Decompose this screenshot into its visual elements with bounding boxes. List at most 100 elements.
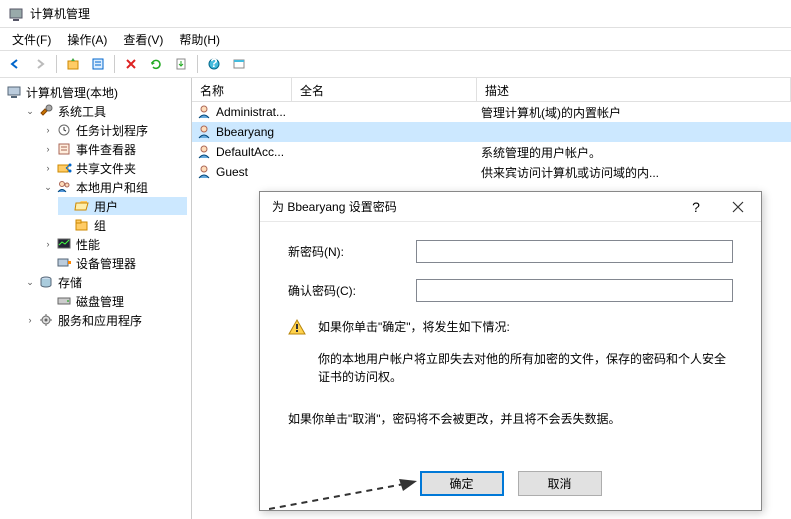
expand-icon[interactable]: ›: [42, 143, 54, 155]
folder-open-icon: [74, 198, 90, 214]
tree-local-users-groups[interactable]: ⌄ 本地用户和组: [40, 178, 187, 196]
export-button[interactable]: [170, 53, 192, 75]
user-icon: [196, 164, 212, 180]
row-name: Guest: [216, 165, 248, 179]
tree-pane: 计算机管理(本地) ⌄ 系统工具 › 任务计划程序 › 事件查看器 › 共享文件夹: [0, 78, 192, 519]
toolbar-separator: [114, 55, 115, 73]
services-icon: [38, 312, 54, 328]
storage-icon: [38, 274, 54, 290]
users-icon: [56, 179, 72, 195]
expand-icon[interactable]: ›: [24, 314, 36, 326]
tree-storage[interactable]: ⌄ 存储: [22, 273, 187, 291]
user-icon: [196, 124, 212, 140]
collapse-icon[interactable]: ⌄: [24, 276, 36, 288]
row-name: DefaultAcc...: [216, 145, 284, 159]
computer-icon: [6, 84, 22, 100]
row-name: Administrat...: [216, 105, 286, 119]
toolbar-separator: [56, 55, 57, 73]
properties-button[interactable]: [87, 53, 109, 75]
tree-system-tools-label: 系统工具: [58, 103, 106, 120]
expand-icon[interactable]: ›: [42, 238, 54, 250]
menu-action[interactable]: 操作(A): [59, 29, 115, 50]
row-description: 供来宾访问计算机或访问域的内...: [477, 164, 791, 181]
tree-device-manager-label: 设备管理器: [76, 255, 136, 272]
svg-text:?: ?: [210, 57, 217, 70]
tree-local-users-groups-label: 本地用户和组: [76, 179, 148, 196]
menu-file[interactable]: 文件(F): [4, 29, 59, 50]
menu-help[interactable]: 帮助(H): [171, 29, 228, 50]
info-text: 你的本地用户帐户将立即失去对他的所有加密的文件，保存的密码和个人安全证书的访问权…: [318, 350, 733, 386]
tree-disk-management-label: 磁盘管理: [76, 293, 124, 310]
tree-task-scheduler[interactable]: › 任务计划程序: [40, 121, 187, 139]
new-password-input[interactable]: [416, 240, 733, 263]
toolbar-separator: [197, 55, 198, 73]
new-password-label: 新密码(N):: [288, 243, 416, 260]
cancel-button[interactable]: 取消: [518, 471, 602, 496]
disk-icon: [56, 293, 72, 309]
folder-icon: [74, 217, 90, 233]
performance-icon: [56, 236, 72, 252]
help-button[interactable]: ?: [203, 53, 225, 75]
tree-event-viewer-label: 事件查看器: [76, 141, 136, 158]
menu-view[interactable]: 查看(V): [115, 29, 171, 50]
list-row[interactable]: Administrat... 管理计算机(域)的内置帐户: [192, 102, 791, 122]
list-row[interactable]: DefaultAcc... 系统管理的用户帐户。: [192, 142, 791, 162]
set-password-dialog: 为 Bbearyang 设置密码 ? 新密码(N): 确认密码(C): 如果你单…: [259, 191, 762, 511]
tree-users[interactable]: 用户: [58, 197, 187, 215]
tree-users-label: 用户: [94, 198, 118, 215]
tree-root[interactable]: 计算机管理(本地): [4, 83, 187, 101]
tree-performance-label: 性能: [76, 236, 100, 253]
note-text: 如果你单击"取消"，密码将不会被更改，并且将不会丢失数据。: [288, 410, 733, 428]
list-body: Administrat... 管理计算机(域)的内置帐户 Bbearyang Defa…: [192, 102, 791, 182]
refresh-button[interactable]: [145, 53, 167, 75]
collapse-icon[interactable]: ⌄: [42, 181, 54, 193]
tree-groups[interactable]: 组: [58, 216, 187, 234]
row-description: 管理计算机(域)的内置帐户: [477, 104, 791, 121]
column-fullname[interactable]: 全名: [292, 78, 477, 101]
warning-icon: [288, 318, 308, 338]
collapse-icon[interactable]: ⌄: [24, 105, 36, 117]
expand-icon[interactable]: ›: [42, 124, 54, 136]
dialog-titlebar[interactable]: 为 Bbearyang 设置密码 ?: [260, 192, 761, 222]
tree-event-viewer[interactable]: › 事件查看器: [40, 140, 187, 158]
tree-performance[interactable]: › 性能: [40, 235, 187, 253]
back-button[interactable]: [4, 53, 26, 75]
tree-groups-label: 组: [94, 217, 106, 234]
dialog-help-button[interactable]: ?: [675, 193, 717, 221]
tree-shared-folders[interactable]: › 共享文件夹: [40, 159, 187, 177]
tree-storage-label: 存储: [58, 274, 82, 291]
column-name[interactable]: 名称: [192, 78, 292, 101]
delete-button[interactable]: [120, 53, 142, 75]
confirm-password-input[interactable]: [416, 279, 733, 302]
confirm-password-label: 确认密码(C):: [288, 282, 416, 299]
menu-bar: 文件(F) 操作(A) 查看(V) 帮助(H): [0, 28, 791, 50]
list-row[interactable]: Guest 供来宾访问计算机或访问域的内...: [192, 162, 791, 182]
up-button[interactable]: [62, 53, 84, 75]
tree-services-apps-label: 服务和应用程序: [58, 312, 142, 329]
app-icon: [8, 6, 24, 22]
event-icon: [56, 141, 72, 157]
user-icon: [196, 144, 212, 160]
device-icon: [56, 255, 72, 271]
forward-button[interactable]: [29, 53, 51, 75]
options-button[interactable]: [228, 53, 250, 75]
dialog-close-button[interactable]: [717, 193, 759, 221]
column-description[interactable]: 描述: [477, 78, 791, 101]
tree-shared-folders-label: 共享文件夹: [76, 160, 136, 177]
user-icon: [196, 104, 212, 120]
row-description: 系统管理的用户帐户。: [477, 144, 791, 161]
expand-icon[interactable]: ›: [42, 162, 54, 174]
tree-disk-management[interactable]: 磁盘管理: [40, 292, 187, 310]
tree-root-label: 计算机管理(本地): [26, 84, 118, 101]
tree-device-manager[interactable]: 设备管理器: [40, 254, 187, 272]
tree-system-tools[interactable]: ⌄ 系统工具: [22, 102, 187, 120]
toolbar: ?: [0, 50, 791, 78]
row-name: Bbearyang: [216, 125, 274, 139]
list-header: 名称 全名 描述: [192, 78, 791, 102]
list-row[interactable]: Bbearyang: [192, 122, 791, 142]
tree-task-scheduler-label: 任务计划程序: [76, 122, 148, 139]
window-titlebar: 计算机管理: [0, 0, 791, 28]
clock-icon: [56, 122, 72, 138]
ok-button[interactable]: 确定: [420, 471, 504, 496]
tree-services-apps[interactable]: › 服务和应用程序: [22, 311, 187, 329]
